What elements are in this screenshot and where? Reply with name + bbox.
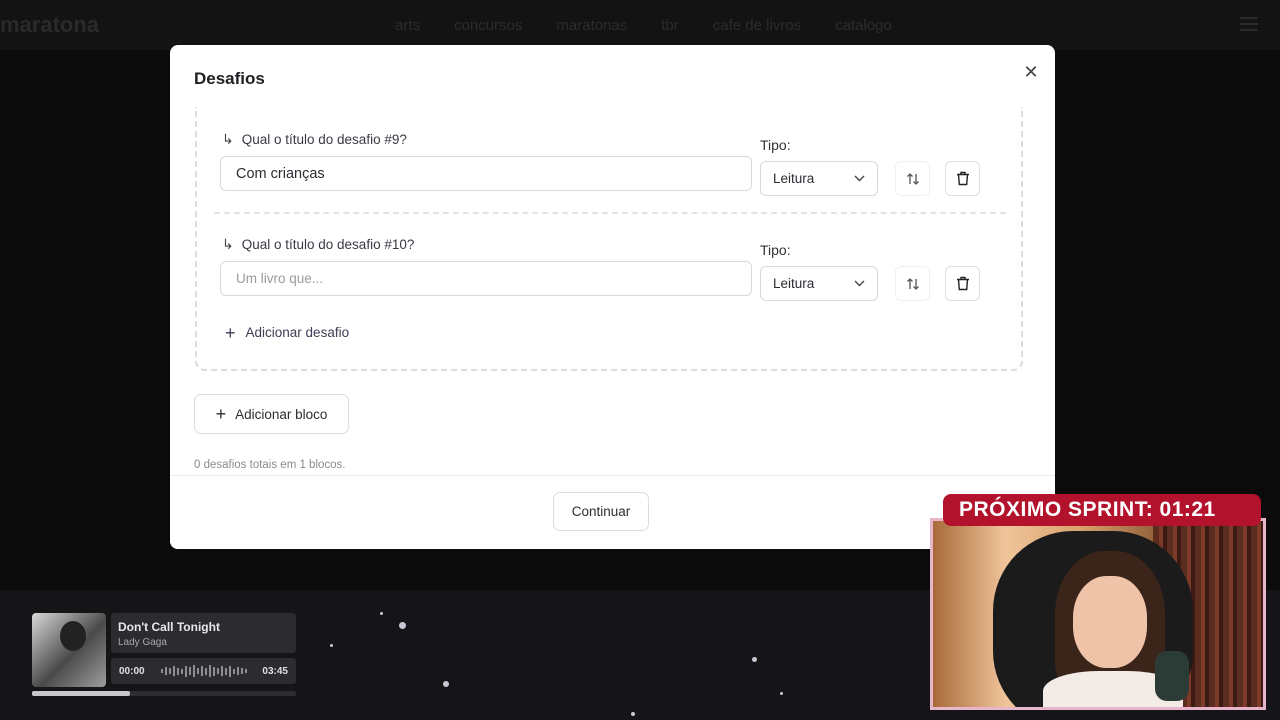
chevron-down-icon — [854, 175, 865, 182]
microphone — [1155, 651, 1189, 701]
modal-footer: Continuar — [170, 475, 1055, 549]
background-nav-item: tbr — [661, 17, 679, 34]
background-menu: arts concursos maratonas tbr cafe de liv… — [395, 17, 892, 34]
return-arrow-icon: ↳ — [222, 236, 234, 252]
person-face — [1073, 576, 1147, 668]
plus-icon: + — [215, 404, 227, 424]
sort-arrows-icon — [906, 277, 919, 290]
add-challenge-button[interactable]: + Adicionar desafio — [225, 322, 350, 343]
background-logo: maratona — [0, 12, 100, 37]
player-bar: 00:00 03:45 — [111, 658, 296, 684]
star-decoration — [380, 612, 383, 615]
reorder-button[interactable] — [895, 266, 930, 301]
plus-icon: + — [225, 322, 236, 343]
type-select-value: Leitura — [773, 276, 815, 291]
add-challenge-label: Adicionar desafio — [245, 325, 350, 340]
trash-icon — [956, 276, 969, 291]
delete-button[interactable] — [945, 161, 980, 196]
track-info: Don't Call Tonight Lady Gaga — [111, 613, 296, 653]
challenge-question-label: ↳ Qual o título do desafio #9? — [222, 131, 407, 147]
type-select[interactable]: Leitura — [760, 161, 878, 196]
modal-title: Desafios — [194, 69, 265, 88]
challenge-title-input[interactable] — [220, 261, 752, 296]
elapsed-time: 00:00 — [119, 665, 145, 677]
waveform-icon — [160, 665, 247, 677]
star-decoration — [752, 657, 757, 662]
background-nav-item: catalogo — [835, 17, 892, 34]
challenge-title-input[interactable] — [220, 156, 752, 191]
reorder-button[interactable] — [895, 161, 930, 196]
background-nav-item: cafe de livros — [712, 17, 802, 34]
background-nav-item: concursos — [454, 17, 523, 34]
close-icon[interactable]: ✕ — [1020, 61, 1042, 83]
challenges-modal: Desafios ✕ ↳ Qual o título do desafio #9?… — [170, 45, 1055, 549]
type-select-value: Leitura — [773, 171, 815, 186]
album-cover — [32, 613, 106, 687]
star-decoration — [780, 692, 783, 695]
add-block-button[interactable]: + Adicionar bloco — [194, 394, 349, 434]
type-label: Tipo: — [760, 242, 791, 258]
challenge-summary: 0 desafios totais em 1 blocos. — [194, 459, 346, 471]
track-progress-fill — [32, 691, 130, 696]
chevron-down-icon — [854, 280, 865, 287]
background-nav-item: maratonas — [556, 17, 628, 34]
type-label: Tipo: — [760, 137, 791, 153]
menu-icon — [1240, 17, 1258, 31]
challenge-question-label: ↳ Qual o título do desafio #10? — [222, 236, 415, 252]
return-arrow-icon: ↳ — [222, 131, 234, 147]
track-progress — [32, 691, 296, 696]
track-artist: Lady Gaga — [118, 637, 167, 648]
background-navbar: maratona arts concursos maratonas tbr ca… — [0, 0, 1280, 50]
star-decoration — [631, 712, 635, 716]
star-decoration — [443, 681, 449, 687]
music-widget: Don't Call Tonight Lady Gaga 00:00 03:45 — [32, 613, 296, 697]
type-select[interactable]: Leitura — [760, 266, 878, 301]
sort-arrows-icon — [906, 172, 919, 185]
add-block-label: Adicionar bloco — [235, 406, 328, 422]
background-nav-item: arts — [395, 17, 421, 34]
delete-button[interactable] — [945, 266, 980, 301]
star-decoration — [399, 622, 406, 629]
track-title: Don't Call Tonight — [118, 620, 220, 634]
webcam-feed — [930, 518, 1266, 710]
sprint-timer-banner: PRÓXIMO SPRINT: 01:21 — [943, 494, 1261, 526]
track-duration: 03:45 — [262, 665, 288, 677]
star-decoration — [330, 644, 333, 647]
continue-button[interactable]: Continuar — [553, 492, 649, 531]
challenge-divider — [214, 212, 1006, 214]
trash-icon — [956, 171, 969, 186]
